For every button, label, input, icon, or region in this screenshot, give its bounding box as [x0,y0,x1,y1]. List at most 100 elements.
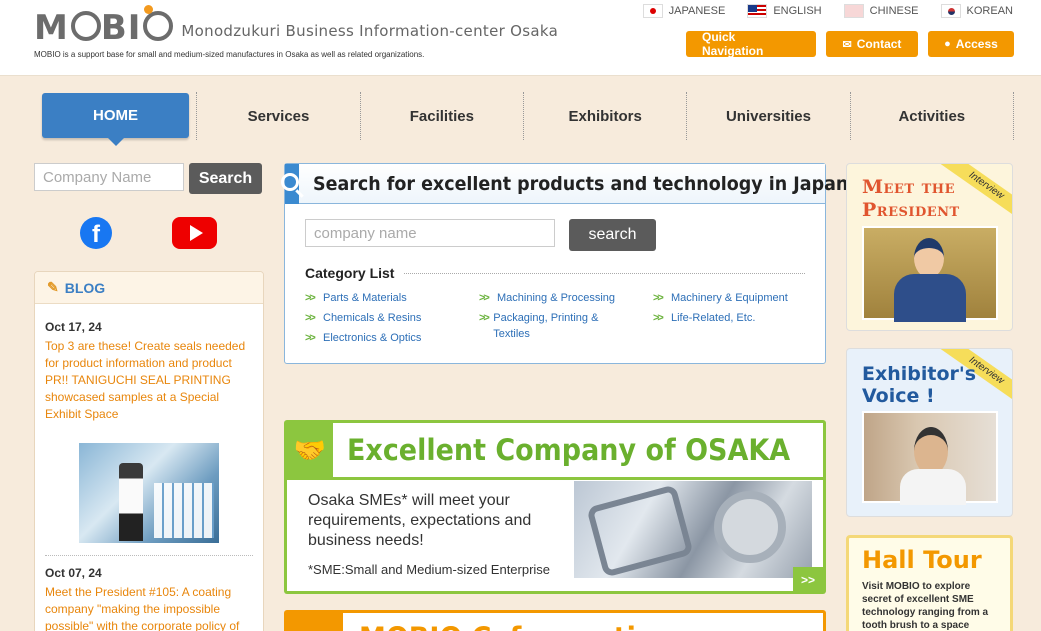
category-list-title: Category List [305,265,805,281]
quick-navigation-button[interactable]: Quick Navigation [686,30,816,58]
category-label: Machinery & Equipment [671,292,788,304]
category-link[interactable]: >> Machining & Processing [479,290,653,306]
company-search: Search [34,163,262,194]
banner-body: MOBIO Cafe meeting [287,613,823,631]
tagline: MOBIO is a support base for small and me… [34,50,425,59]
card-title: Hall Tour [862,546,982,574]
cafe-meeting-banner[interactable]: MOBIO Cafe meeting [284,610,826,631]
title-line: Exhibitor's [862,363,977,385]
blog-panel: ✎ BLOG Oct 17, 24 Top 3 are these! Create… [34,271,264,631]
nav-home[interactable]: HOME [42,93,189,146]
jp-flag-icon [642,4,663,18]
youtube-icon[interactable] [172,217,217,249]
product-search-panel: Search for excellent products and techno… [281,163,848,364]
category-link[interactable]: >> Parts & Materials [305,290,479,306]
contact-button[interactable]: ✉ Contact [826,31,918,57]
search-panel-title: Search for excellent products and techno… [313,172,849,195]
double-chevron-icon: >> [305,332,316,344]
post-image[interactable] [79,443,219,543]
meet-the-president-card[interactable]: Interview Meet the President [846,163,1013,331]
category-title-text: Category List [305,265,395,281]
double-chevron-icon: >> [479,312,490,324]
double-chevron-icon: >> [479,292,490,304]
category-label: Packaging, Printing & Textiles [493,312,599,340]
org-name: Monodzukuri Business Information-center … [181,22,559,40]
double-chevron-icon: >> [305,292,316,304]
divider [45,555,253,556]
hall-tour-card[interactable]: Hall Tour Visit MOBIO to explore secret … [846,535,1013,631]
product-search-form: search [305,219,656,251]
banner-title: Excellent Company of OSAKA [346,433,790,467]
company-name-input[interactable] [34,163,184,191]
map-pin-icon: ● [944,38,951,50]
cafe-icon [287,613,343,631]
access-button[interactable]: ● Access [928,31,1014,57]
category-label: Electronics & Optics [323,332,422,344]
language-switcher: JAPANESE ENGLISH CHINESE KOREAN [621,4,1013,18]
button-label: Quick Navigation [702,30,764,58]
category-link[interactable]: >> Machinery & Equipment [653,290,813,306]
facebook-icon[interactable]: f [80,217,112,249]
site-header: M BI Monodzukuri Business Information-cen… [0,0,1041,76]
logo-mark: M BI [34,5,174,48]
search-icon [281,163,299,204]
machined-parts-image [574,481,812,578]
product-search-button[interactable]: search [569,219,656,251]
title-line: Voice ! [862,385,935,407]
exhibitors-voice-card[interactable]: Interview Exhibitor's Voice ! [846,348,1013,517]
banner-text: Osaka SMEs* will meet your requirements,… [308,492,532,549]
lang-label: KOREAN [966,5,1013,17]
post-link[interactable]: Meet the President #105: A coating compa… [45,584,253,631]
title-line: President [862,199,960,221]
search-button[interactable]: Search [189,163,262,194]
cn-flag-icon [843,4,864,18]
lang-korean[interactable]: KOREAN [940,4,1013,18]
category-link[interactable]: >> Packaging, Printing & Textiles [479,310,599,342]
lang-label: CHINESE [869,5,919,17]
blog-title: BLOG [64,279,106,296]
category-list: >> Parts & Materials >> Machining & Proces… [305,290,813,346]
post-date: Oct 17, 24 [45,320,102,334]
double-chevron-icon: >> [653,292,664,304]
nav-exhibitors[interactable]: Exhibitors [522,92,686,140]
category-label: Life-Related, Etc. [671,312,756,324]
pencil-icon: ✎ [47,279,59,295]
blog-post: Oct 17, 24 Top 3 are these! Create seals… [35,320,263,543]
lang-japanese[interactable]: JAPANESE [642,4,725,18]
post-date: Oct 07, 24 [45,566,102,580]
button-label: Access [955,37,998,51]
banner-note: *SME:Small and Medium-sized Enterprise [308,562,551,577]
lang-english[interactable]: ENGLISH [747,4,822,18]
nav-universities[interactable]: Universities [686,92,849,140]
post-link[interactable]: Top 3 are these! Create seals needed for… [45,338,253,423]
card-text: Visit MOBIO to explore secret of excelle… [862,581,989,631]
nav-services[interactable]: Services [196,92,359,140]
card-title: Meet the President [862,176,960,222]
nav-activities[interactable]: Activities [849,92,1014,140]
company-name-field[interactable] [305,219,555,247]
excellent-company-banner[interactable]: 🤝 Excellent Company of OSAKA Osaka SMEs*… [284,420,826,594]
banner-title: MOBIO Cafe meeting [359,621,674,631]
lang-label: ENGLISH [773,5,822,17]
kr-flag-icon [940,4,961,18]
mobio-logo[interactable]: M BI Monodzukuri Business Information-cen… [34,5,559,48]
header-buttons: Quick Navigation ✉ Contact ● Access [686,30,1014,58]
exhibitor-photo [862,411,998,505]
nav-facilities[interactable]: Facilities [359,92,523,140]
banner-body: 🤝 Excellent Company of OSAKA Osaka SMEs*… [287,421,823,591]
banner-header: 🤝 Excellent Company of OSAKA [287,421,823,480]
search-panel-header: Search for excellent products and techno… [281,163,848,204]
button-label: Contact [856,37,902,51]
category-link[interactable]: >> Life-Related, Etc. [653,310,813,342]
category-label: Parts & Materials [323,292,407,304]
blog-header[interactable]: ✎ BLOG [35,272,263,304]
title-line: Meet the [862,176,956,198]
handshake-icon: 🤝 [287,421,333,479]
blog-post: Oct 07, 24 Meet the President #105: A co… [35,566,263,631]
us-flag-icon [747,4,768,18]
more-arrow-icon: >> [800,573,815,587]
category-link[interactable]: >> Electronics & Optics [305,330,479,346]
lang-chinese[interactable]: CHINESE [843,4,919,18]
double-chevron-icon: >> [653,312,664,324]
president-photo [862,226,998,322]
